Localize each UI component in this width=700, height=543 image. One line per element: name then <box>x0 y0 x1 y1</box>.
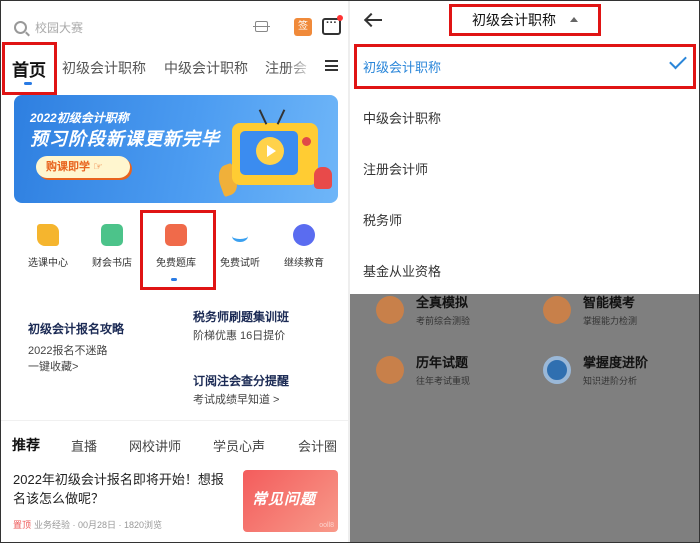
info-link[interactable]: 考试成绩早知道 > <box>193 391 279 407</box>
mastery-progress-icon <box>543 355 571 384</box>
tab-home[interactable]: 首页 <box>12 56 46 81</box>
tab-recommend[interactable]: 推荐 <box>12 435 40 455</box>
option-label: 中级会计职称 <box>363 111 442 126</box>
option-cpa[interactable]: 注册会计师 <box>350 142 700 192</box>
option-label: 税务师 <box>363 213 403 228</box>
quick-entry-label: 选课中心 <box>28 258 68 269</box>
card-mastery-progress: 掌握度进阶知识进阶分析 <box>543 352 648 387</box>
quick-entry-label: 继续教育 <box>284 258 324 269</box>
mascot-figure <box>314 167 332 189</box>
banner-subtitle: 2022初级会计职称 <box>30 111 129 125</box>
option-intermediate-accountant[interactable]: 中级会计职称 <box>350 91 700 141</box>
article-meta-text: 业务经验 · 00月28日 · 1820浏览 <box>34 520 163 530</box>
quick-entry-free-trial[interactable]: 免费试听 <box>210 224 270 269</box>
smart-mock-icon <box>543 295 571 324</box>
tab-student-voices[interactable]: 学员心声 <box>213 436 265 455</box>
option-label: 基金从业资格 <box>363 264 442 279</box>
tab-accounting-circle[interactable]: 会计圈 <box>298 436 337 455</box>
search-icon <box>14 20 27 34</box>
article-meta: 置顶 业务经验 · 00月28日 · 1820浏览 <box>13 518 162 531</box>
exam-selector-screen: 全真模拟考前综合测验 智能模考掌握能力检测 历年试题往年考试重现 掌握度进阶知识… <box>350 0 700 543</box>
scan-icon[interactable] <box>253 21 270 32</box>
tv-knob <box>302 137 311 146</box>
mock-exam-icon <box>376 295 404 324</box>
pinned-tag: 置顶 <box>13 520 32 530</box>
article-thumbnail[interactable]: 常见问题 ooll8 <box>243 470 338 532</box>
check-icon <box>669 51 687 70</box>
card-subtitle: 往年考试重现 <box>416 376 471 386</box>
search-placeholder: 校园大赛 <box>35 20 84 35</box>
option-tax-agent[interactable]: 税务师 <box>350 193 700 243</box>
card-subtitle: 掌握能力检测 <box>583 316 638 326</box>
exam-dropdown: 初级会计职称 初级会计职称 中级会计职称 注册会计师 税务师 基金从业资格 <box>350 0 700 294</box>
quick-entry-label: 免费试听 <box>220 258 260 269</box>
card-subtitle: 考前综合测验 <box>416 316 471 326</box>
tv-illustration <box>232 109 318 185</box>
home-screen: 校园大赛 签 首页 初级会计职称 中级会计职称 注册会 2022初级会计职称 预… <box>0 0 348 543</box>
tab-teachers[interactable]: 网校讲师 <box>129 436 181 455</box>
card-past-exams: 历年试题往年考试重现 <box>376 352 470 387</box>
info-title-cpa-score[interactable]: 订阅注会查分提醒 <box>193 372 289 389</box>
play-icon <box>256 137 284 165</box>
bookstore-icon <box>101 224 123 246</box>
card-title: 智能模考 <box>583 295 636 310</box>
active-tab-indicator <box>24 82 32 85</box>
quick-entry-free-question-bank[interactable]: 免费题库 <box>146 224 206 269</box>
notification-dot <box>337 15 343 21</box>
quick-entry-label: 免费题库 <box>156 258 196 269</box>
option-label: 注册会计师 <box>363 162 429 177</box>
search-bar[interactable]: 校园大赛 <box>14 14 224 40</box>
card-title: 历年试题 <box>416 355 469 370</box>
caret-up-icon <box>570 17 578 22</box>
promo-banner[interactable]: 2022初级会计职称 预习阶段新课更新完毕 购课即学 ☞ <box>14 95 338 203</box>
content-tabs: 推荐 直播 网校讲师 学员心声 会计圈 <box>0 432 348 458</box>
quick-entry-bookstore[interactable]: 财会书店 <box>82 224 142 269</box>
top-bar: 校园大赛 签 <box>0 0 348 46</box>
course-center-icon <box>37 224 59 246</box>
tv-antenna <box>276 109 286 125</box>
quick-entry-continuing-education[interactable]: 继续教育 <box>274 224 334 269</box>
quick-entry-indicator <box>171 278 177 281</box>
card-full-mock: 全真模拟考前综合测验 <box>376 292 470 327</box>
quick-entry-label: 财会书店 <box>92 258 132 269</box>
card-title: 掌握度进阶 <box>583 355 649 370</box>
continuing-education-icon <box>293 224 315 246</box>
option-junior-accountant[interactable]: 初级会计职称 <box>350 40 700 90</box>
quick-entry-course-center[interactable]: 选课中心 <box>18 224 78 269</box>
dropdown-title[interactable]: 初级会计职称 <box>472 10 556 30</box>
question-bank-icon <box>165 224 187 246</box>
dimmed-overlay[interactable] <box>350 290 700 543</box>
thumbnail-text: 常见问题 <box>252 491 317 508</box>
card-smart-mock: 智能模考掌握能力检测 <box>543 292 637 327</box>
menu-icon[interactable] <box>325 60 338 71</box>
option-label: 初级会计职称 <box>363 60 442 75</box>
tab-junior-accountant[interactable]: 初级会计职称 <box>62 58 146 78</box>
tab-live[interactable]: 直播 <box>71 436 97 455</box>
card-title: 全真模拟 <box>416 295 469 310</box>
info-link[interactable]: 一键收藏> <box>28 358 78 374</box>
card-subtitle: 知识进阶分析 <box>583 376 638 386</box>
sign-in-calendar-icon[interactable]: 签 <box>294 18 312 36</box>
buy-course-button[interactable]: 购课即学 ☞ <box>36 156 130 178</box>
tv-antenna <box>258 109 268 125</box>
tab-fade <box>285 50 315 80</box>
back-arrow-icon[interactable] <box>364 12 384 28</box>
info-title-tax-training[interactable]: 税务师刷题集训班 <box>193 308 289 325</box>
option-fund-qualification[interactable]: 基金从业资格 <box>350 244 700 294</box>
thumbnail-watermark: ooll8 <box>319 522 334 529</box>
article-title[interactable]: 2022年初级会计报名即将开始！想报名该怎么做呢？ <box>13 470 233 508</box>
divider <box>0 420 348 421</box>
past-exams-icon <box>376 355 404 384</box>
tab-intermediate-accountant[interactable]: 中级会计职称 <box>164 58 248 78</box>
free-trial-icon <box>232 230 248 242</box>
banner-title: 预习阶段新课更新完毕 <box>30 129 220 149</box>
info-line: 2022报名不迷路 <box>28 345 108 357</box>
info-line: 阶梯优惠 16日提价 <box>193 330 286 342</box>
info-title-registration[interactable]: 初级会计报名攻略 <box>28 320 124 337</box>
